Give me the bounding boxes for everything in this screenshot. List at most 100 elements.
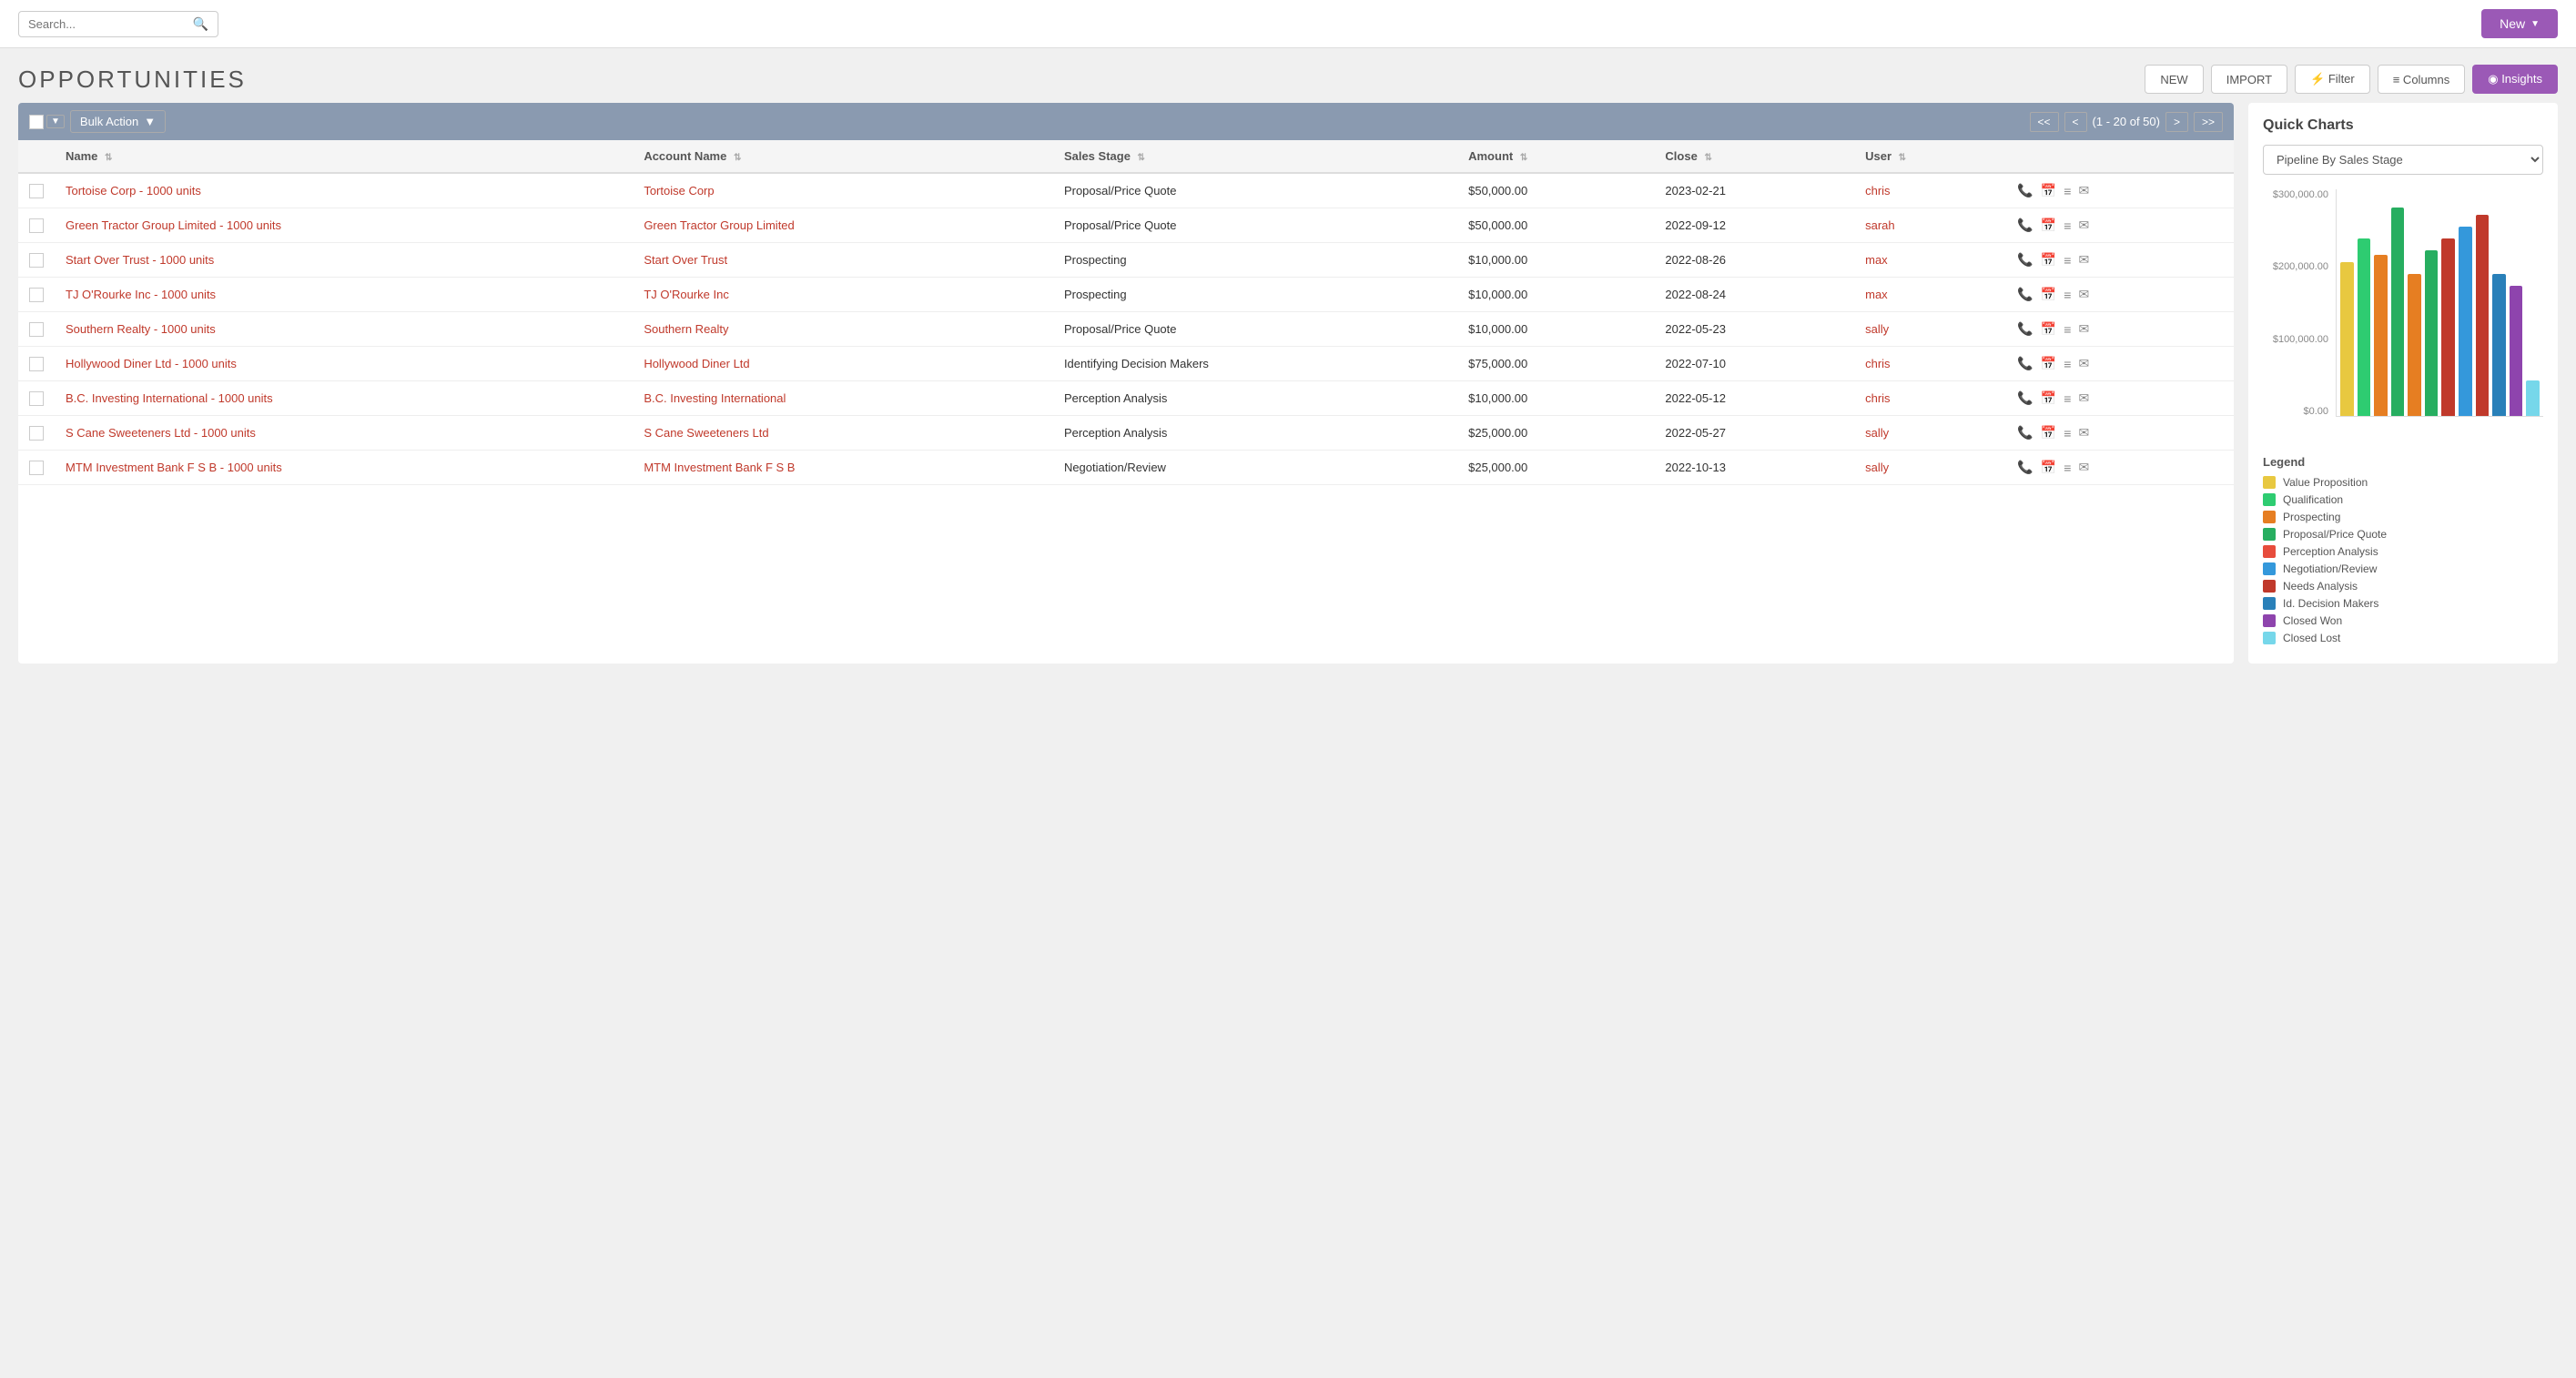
- chart-bar[interactable]: [2492, 274, 2506, 416]
- row-checkbox[interactable]: [29, 357, 44, 371]
- first-page-button[interactable]: <<: [2030, 112, 2059, 132]
- user[interactable]: chris: [1854, 381, 2006, 416]
- opportunity-name[interactable]: S Cane Sweeteners Ltd - 1000 units: [55, 416, 633, 451]
- import-button[interactable]: IMPORT: [2211, 65, 2287, 94]
- user[interactable]: chris: [1854, 173, 2006, 208]
- call-icon[interactable]: 📞: [2017, 183, 2033, 198]
- chart-bar[interactable]: [2459, 227, 2472, 416]
- user[interactable]: sarah: [1854, 208, 2006, 243]
- email-icon[interactable]: ✉: [2078, 390, 2089, 406]
- user[interactable]: sally: [1854, 451, 2006, 485]
- email-icon[interactable]: ✉: [2078, 321, 2089, 337]
- row-checkbox[interactable]: [29, 253, 44, 268]
- account-name[interactable]: Tortoise Corp: [633, 173, 1053, 208]
- row-checkbox[interactable]: [29, 322, 44, 337]
- opportunity-name[interactable]: Start Over Trust - 1000 units: [55, 243, 633, 278]
- chart-bar[interactable]: [2340, 262, 2354, 416]
- th-amount[interactable]: Amount ⇅: [1457, 140, 1654, 173]
- chart-bar[interactable]: [2510, 286, 2523, 416]
- account-name[interactable]: B.C. Investing International: [633, 381, 1053, 416]
- last-page-button[interactable]: >>: [2194, 112, 2223, 132]
- chart-bar[interactable]: [2358, 238, 2371, 416]
- calendar-icon[interactable]: 📅: [2041, 321, 2056, 337]
- user[interactable]: sally: [1854, 416, 2006, 451]
- opportunity-name[interactable]: Southern Realty - 1000 units: [55, 312, 633, 347]
- calendar-icon[interactable]: 📅: [2041, 287, 2056, 302]
- call-icon[interactable]: 📞: [2017, 321, 2033, 337]
- opportunity-name[interactable]: B.C. Investing International - 1000 unit…: [55, 381, 633, 416]
- email-icon[interactable]: ✉: [2078, 287, 2089, 302]
- th-account-name[interactable]: Account Name ⇅: [633, 140, 1053, 173]
- calendar-icon[interactable]: 📅: [2041, 425, 2056, 441]
- user[interactable]: chris: [1854, 347, 2006, 381]
- email-icon[interactable]: ✉: [2078, 460, 2089, 475]
- email-icon[interactable]: ✉: [2078, 356, 2089, 371]
- call-icon[interactable]: 📞: [2017, 390, 2033, 406]
- account-name[interactable]: Green Tractor Group Limited: [633, 208, 1053, 243]
- calendar-icon[interactable]: 📅: [2041, 218, 2056, 233]
- bulk-action-button[interactable]: Bulk Action ▼: [70, 110, 166, 133]
- row-checkbox[interactable]: [29, 218, 44, 233]
- row-checkbox[interactable]: [29, 391, 44, 406]
- call-icon[interactable]: 📞: [2017, 460, 2033, 475]
- opportunity-name[interactable]: TJ O'Rourke Inc - 1000 units: [55, 278, 633, 312]
- calendar-icon[interactable]: 📅: [2041, 183, 2056, 198]
- search-box[interactable]: 🔍: [18, 11, 218, 37]
- opportunity-name[interactable]: Hollywood Diner Ltd - 1000 units: [55, 347, 633, 381]
- row-checkbox[interactable]: [29, 426, 44, 441]
- call-icon[interactable]: 📞: [2017, 356, 2033, 371]
- chart-bar[interactable]: [2374, 255, 2388, 416]
- account-name[interactable]: Southern Realty: [633, 312, 1053, 347]
- account-name[interactable]: MTM Investment Bank F S B: [633, 451, 1053, 485]
- th-sales-stage[interactable]: Sales Stage ⇅: [1053, 140, 1457, 173]
- th-user[interactable]: User ⇅: [1854, 140, 2006, 173]
- opportunity-name[interactable]: MTM Investment Bank F S B - 1000 units: [55, 451, 633, 485]
- list-icon[interactable]: ≡: [2064, 253, 2071, 268]
- list-icon[interactable]: ≡: [2064, 288, 2071, 302]
- user[interactable]: sally: [1854, 312, 2006, 347]
- call-icon[interactable]: 📞: [2017, 425, 2033, 441]
- chart-bar[interactable]: [2476, 215, 2490, 416]
- calendar-icon[interactable]: 📅: [2041, 252, 2056, 268]
- call-icon[interactable]: 📞: [2017, 252, 2033, 268]
- insights-button[interactable]: ◉ Insights: [2472, 65, 2558, 94]
- list-icon[interactable]: ≡: [2064, 357, 2071, 371]
- account-name[interactable]: Start Over Trust: [633, 243, 1053, 278]
- opportunity-name[interactable]: Green Tractor Group Limited - 1000 units: [55, 208, 633, 243]
- row-checkbox[interactable]: [29, 288, 44, 302]
- calendar-icon[interactable]: 📅: [2041, 460, 2056, 475]
- email-icon[interactable]: ✉: [2078, 218, 2089, 233]
- call-icon[interactable]: 📞: [2017, 287, 2033, 302]
- chart-type-select[interactable]: Pipeline By Sales Stage: [2263, 145, 2543, 175]
- filter-button[interactable]: ⚡ Filter: [2295, 65, 2370, 94]
- calendar-icon[interactable]: 📅: [2041, 390, 2056, 406]
- account-name[interactable]: TJ O'Rourke Inc: [633, 278, 1053, 312]
- email-icon[interactable]: ✉: [2078, 183, 2089, 198]
- chart-bar[interactable]: [2408, 274, 2421, 416]
- th-name[interactable]: Name ⇅: [55, 140, 633, 173]
- list-icon[interactable]: ≡: [2064, 461, 2071, 475]
- list-icon[interactable]: ≡: [2064, 426, 2071, 441]
- user[interactable]: max: [1854, 243, 2006, 278]
- call-icon[interactable]: 📞: [2017, 218, 2033, 233]
- new-button[interactable]: New ▼: [2481, 9, 2558, 38]
- chart-bar[interactable]: [2441, 238, 2455, 416]
- calendar-icon[interactable]: 📅: [2041, 356, 2056, 371]
- new-header-button[interactable]: NEW: [2145, 65, 2203, 94]
- search-input[interactable]: [28, 17, 189, 31]
- list-icon[interactable]: ≡: [2064, 391, 2071, 406]
- checkbox-dropdown-arrow[interactable]: ▼: [46, 115, 65, 128]
- columns-button[interactable]: ≡ Columns: [2378, 65, 2466, 94]
- prev-page-button[interactable]: <: [2064, 112, 2087, 132]
- account-name[interactable]: Hollywood Diner Ltd: [633, 347, 1053, 381]
- opportunity-name[interactable]: Tortoise Corp - 1000 units: [55, 173, 633, 208]
- email-icon[interactable]: ✉: [2078, 252, 2089, 268]
- row-checkbox[interactable]: [29, 461, 44, 475]
- list-icon[interactable]: ≡: [2064, 184, 2071, 198]
- list-icon[interactable]: ≡: [2064, 218, 2071, 233]
- chart-bar[interactable]: [2526, 380, 2540, 416]
- select-all-checkbox[interactable]: [29, 115, 44, 129]
- list-icon[interactable]: ≡: [2064, 322, 2071, 337]
- account-name[interactable]: S Cane Sweeteners Ltd: [633, 416, 1053, 451]
- chart-bar[interactable]: [2425, 250, 2439, 416]
